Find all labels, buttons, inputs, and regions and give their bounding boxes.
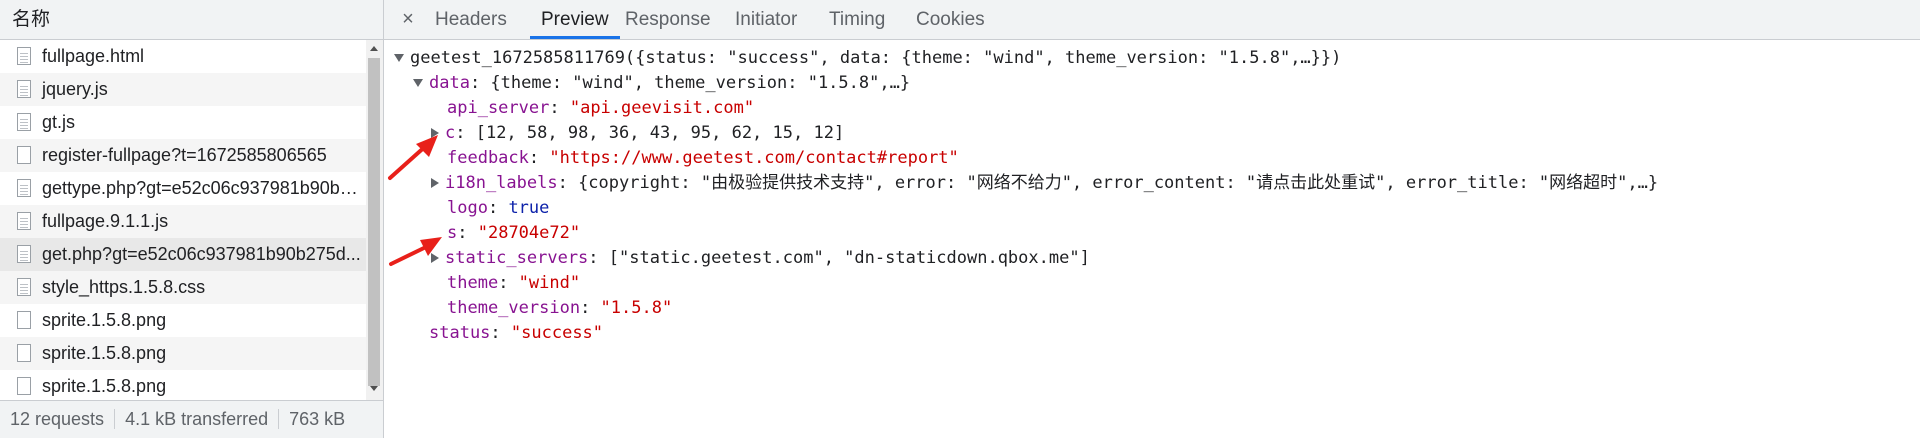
close-icon[interactable]: ×: [394, 0, 422, 40]
tab-timing[interactable]: Timing: [829, 0, 885, 39]
blank-file-icon: [17, 377, 31, 395]
tab-headers[interactable]: Headers: [435, 0, 507, 39]
name-column-header[interactable]: 名称: [0, 0, 383, 40]
request-name: jquery.js: [42, 79, 108, 99]
json-prop-theme-version: theme_version: "1.5.8": [447, 298, 673, 318]
tab-response[interactable]: Response: [625, 0, 711, 39]
annotation-arrow-icon: [388, 135, 438, 180]
json-prop-status: status: "success": [429, 323, 604, 343]
json-preview-tree: geetest_1672585811769({status: "success"…: [384, 44, 1920, 434]
collapse-triangle-icon[interactable]: [394, 54, 404, 62]
request-details-panel: × Headers Preview Response Initiator Tim…: [384, 0, 1920, 438]
resource-size: 763 kB: [289, 409, 346, 429]
json-root-node[interactable]: geetest_1672585811769({status: "success"…: [394, 46, 1341, 71]
request-name: get.php?gt=e52c06c937981b90b275d...: [42, 244, 361, 264]
collapse-triangle-icon[interactable]: [413, 79, 423, 87]
json-prop-s: s: "28704e72": [447, 223, 581, 243]
request-row[interactable]: style_https.1.5.8.css: [0, 271, 366, 304]
json-prop-api-server: api_server: "api.geevisit.com": [447, 98, 755, 118]
transferred-size: 4.1 kB transferred: [125, 409, 269, 429]
scroll-up-arrow-icon[interactable]: [370, 46, 378, 51]
doc-file-icon: [17, 245, 31, 263]
json-prop-feedback: feedback: "https://www.geetest.com/conta…: [447, 148, 959, 168]
request-list-panel: 名称 fullpage.html jquery.js gt.js registe…: [0, 0, 383, 438]
scrollbar-thumb[interactable]: [368, 58, 380, 386]
json-node-data[interactable]: data: {theme: "wind", theme_version: "1.…: [413, 71, 910, 96]
blank-file-icon: [17, 344, 31, 362]
tab-cookies[interactable]: Cookies: [916, 0, 985, 39]
request-row[interactable]: sprite.1.5.8.png: [0, 304, 366, 337]
request-name: gettype.php?gt=e52c06c937981b90b2...: [42, 178, 365, 198]
request-list: fullpage.html jquery.js gt.js register-f…: [0, 40, 366, 400]
details-tab-bar: × Headers Preview Response Initiator Tim…: [384, 0, 1920, 40]
request-name: style_https.1.5.8.css: [42, 277, 206, 297]
blank-file-icon: [17, 311, 31, 329]
doc-file-icon: [17, 278, 31, 296]
request-count: 12 requests: [10, 409, 105, 429]
request-list-scrollbar[interactable]: [366, 40, 383, 400]
request-name: sprite.1.5.8.png: [42, 310, 167, 330]
request-row[interactable]: fullpage.9.1.1.js: [0, 205, 366, 238]
doc-file-icon: [17, 47, 31, 65]
annotation-arrow-icon: [389, 237, 442, 266]
doc-file-icon: [17, 179, 31, 197]
request-name: gt.js: [42, 112, 76, 132]
request-row[interactable]: gettype.php?gt=e52c06c937981b90b2...: [0, 172, 366, 205]
request-row[interactable]: sprite.1.5.8.png: [0, 370, 366, 400]
request-row[interactable]: sprite.1.5.8.png: [0, 337, 366, 370]
json-node-static-servers[interactable]: static_servers: ["static.geetest.com", "…: [431, 246, 1090, 271]
request-row[interactable]: gt.js: [0, 106, 366, 139]
blank-file-icon: [17, 146, 31, 164]
request-name: fullpage.html: [42, 46, 145, 66]
doc-file-icon: [17, 113, 31, 131]
request-row[interactable]: register-fullpage?t=1672585806565: [0, 139, 366, 172]
json-prop-theme: theme: "wind": [447, 273, 581, 293]
request-name: sprite.1.5.8.png: [42, 343, 167, 363]
request-row[interactable]: fullpage.html: [0, 40, 366, 73]
json-node-i18n-labels[interactable]: i18n_labels: {copyright: "由极验提供技术支持", er…: [431, 171, 1658, 196]
request-row-selected[interactable]: get.php?gt=e52c06c937981b90b275d...: [0, 238, 366, 271]
json-prop-logo: logo: true: [447, 198, 550, 218]
doc-file-icon: [17, 212, 31, 230]
request-row[interactable]: jquery.js: [0, 73, 366, 106]
json-node-c[interactable]: c: [12, 58, 98, 36, 43, 95, 62, 15, 12]: [431, 121, 844, 146]
scroll-down-arrow-icon[interactable]: [370, 386, 378, 391]
network-status-bar: 12 requests 4.1 kB transferred 763 kB: [0, 400, 383, 438]
doc-file-icon: [17, 80, 31, 98]
request-name: fullpage.9.1.1.js: [42, 211, 169, 231]
request-name: sprite.1.5.8.png: [42, 376, 167, 396]
tab-preview[interactable]: Preview: [530, 0, 620, 39]
request-name: register-fullpage?t=1672585806565: [42, 145, 327, 165]
tab-initiator[interactable]: Initiator: [735, 0, 797, 39]
